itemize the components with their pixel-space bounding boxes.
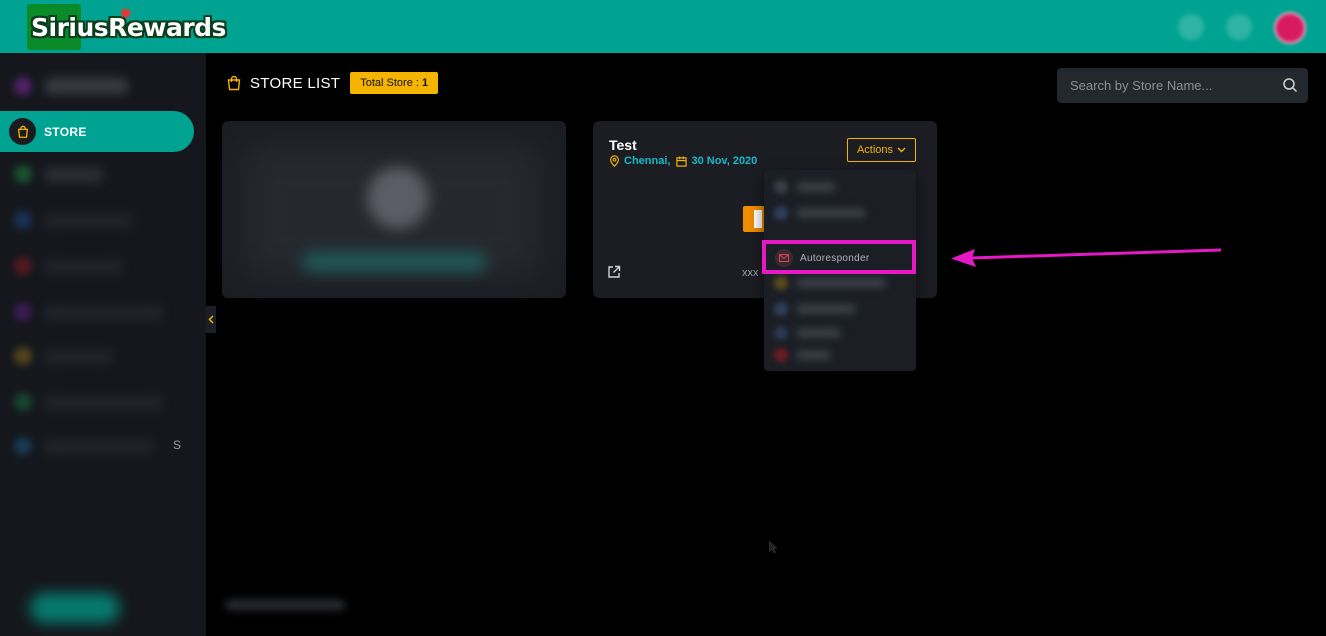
sidebar-item-5-icon[interactable] (14, 303, 32, 321)
sidebar-item-6-icon[interactable] (14, 347, 32, 365)
external-link-icon[interactable] (607, 265, 621, 279)
store-search (1057, 68, 1308, 103)
menu-item-5-icon[interactable] (774, 302, 788, 316)
badge-label: Total Store : (360, 77, 423, 89)
location-pin-icon (610, 155, 619, 167)
sidebar-item-dashboard-icon[interactable] (14, 77, 32, 95)
sidebar-item-4[interactable] (44, 259, 124, 275)
notification-icon[interactable] (1178, 14, 1204, 40)
sidebar-item-8-icon[interactable] (14, 437, 32, 455)
menu-item-4-icon[interactable] (774, 276, 788, 290)
menu-item-delete-icon[interactable] (774, 348, 788, 362)
menu-item-1-icon[interactable] (774, 180, 788, 194)
autoresponder-highlight-box (762, 240, 916, 274)
sidebar-item-rewards-icon[interactable] (14, 165, 32, 183)
store-meta: Chennai, 30 Nov, 2020 (609, 155, 757, 167)
calendar-icon (676, 155, 688, 167)
page-header: STORE LIST Total Store : 1 (226, 72, 439, 94)
sidebar-action-button[interactable] (30, 593, 120, 623)
chevron-down-icon (897, 147, 906, 153)
settings-icon[interactable] (1226, 14, 1252, 40)
sidebar-item-3-icon[interactable] (14, 211, 32, 229)
sidebar-item-6[interactable] (44, 349, 114, 365)
app-root: SiriusRewards ✸ STORE S STORE LIST Total… (0, 0, 1326, 636)
menu-item-delete[interactable] (796, 350, 831, 360)
chevron-left-icon (208, 315, 214, 324)
sidebar-item-7-icon[interactable] (14, 393, 32, 411)
shopping-bag-icon (227, 75, 241, 91)
brand-logo[interactable]: SiriusRewards ✸ (27, 4, 226, 50)
menu-item-1[interactable] (796, 182, 836, 192)
sidebar-collapse-toggle[interactable] (206, 306, 216, 333)
sidebar-item-7[interactable] (44, 395, 164, 411)
page-title: STORE LIST (250, 74, 341, 92)
add-store-button[interactable] (302, 253, 487, 271)
sidebar-item-4-icon[interactable] (14, 257, 32, 275)
menu-item-2[interactable] (796, 208, 866, 218)
search-icon[interactable] (1282, 77, 1298, 93)
footer-text (225, 600, 345, 610)
menu-item-2-icon[interactable] (774, 206, 788, 220)
store-name: Test (609, 137, 637, 153)
total-store-badge: Total Store : 1 (350, 72, 439, 94)
actions-button[interactable]: Actions (847, 138, 916, 162)
badge-count: 1 (422, 77, 429, 89)
add-store-icon (367, 167, 429, 229)
annotation-arrow-icon (951, 248, 1222, 267)
user-avatar[interactable] (1274, 12, 1306, 44)
menu-item-5[interactable] (796, 304, 856, 314)
sidebar-item-3[interactable] (44, 213, 134, 229)
store-code: xxx (742, 267, 759, 279)
logo-star-icon: ✸ (119, 6, 133, 23)
search-input[interactable] (1057, 68, 1267, 103)
sidebar-item-5[interactable] (44, 305, 164, 321)
sidebar-item-rewards[interactable] (44, 167, 104, 183)
sidebar: STORE S (0, 53, 206, 636)
menu-item-6[interactable] (796, 328, 841, 338)
sidebar-item-dashboard[interactable] (44, 78, 129, 94)
store-city: Chennai, (624, 155, 671, 167)
store-date: 30 Nov, 2020 (691, 155, 758, 167)
sidebar-item-8[interactable] (44, 439, 154, 455)
store-logo (743, 206, 765, 232)
actions-label: Actions (856, 144, 894, 156)
sidebar-item-store[interactable]: STORE (0, 111, 194, 152)
top-bar: SiriusRewards ✸ (0, 0, 1326, 53)
add-store-card[interactable] (222, 121, 566, 298)
menu-item-4[interactable] (796, 278, 886, 288)
mouse-cursor-icon (769, 541, 777, 553)
sidebar-item-label: STORE (44, 124, 87, 139)
sidebar-item-8-label-fragment: S (173, 438, 182, 452)
menu-item-6-icon[interactable] (774, 326, 788, 340)
store-bag-icon (9, 118, 36, 145)
